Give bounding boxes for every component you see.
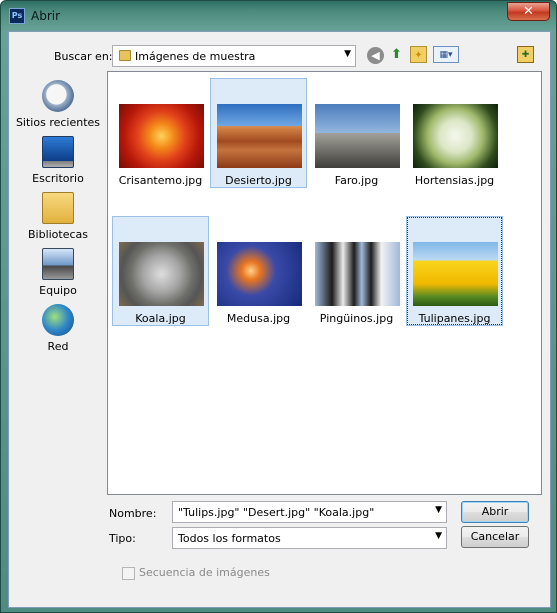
window-title: Abrir — [31, 9, 61, 23]
file-thumbnail — [413, 242, 498, 306]
file-thumbnail — [119, 242, 204, 306]
computer-icon — [42, 248, 74, 280]
file-tile[interactable]: Medusa.jpg — [210, 216, 307, 326]
file-name: Desierto.jpg — [225, 174, 292, 187]
place-label: Bibliotecas — [27, 228, 89, 241]
place-label: Equipo — [39, 284, 77, 297]
chevron-down-icon[interactable]: ▼ — [435, 531, 442, 541]
place-recent[interactable]: Sitios recientes — [9, 80, 107, 129]
file-name: Pingüinos.jpg — [319, 312, 394, 325]
open-dialog-window: Ps Abrir ✕ Buscar en: Imágenes de muestr… — [0, 0, 557, 613]
file-tile[interactable]: Crisantemo.jpg — [112, 78, 209, 188]
network-icon — [42, 304, 74, 336]
file-thumbnail — [315, 242, 400, 306]
file-name: Hortensias.jpg — [414, 174, 495, 187]
image-sequence-label: Secuencia de imágenes — [139, 566, 270, 579]
file-tile[interactable]: Tulipanes.jpg — [406, 216, 503, 326]
file-type-value: Todos los formatos — [178, 532, 281, 545]
file-thumbnail — [217, 242, 302, 306]
place-label: Red — [47, 340, 69, 353]
cancel-button[interactable]: Cancelar — [461, 526, 529, 548]
file-name: Faro.jpg — [334, 174, 379, 187]
close-button[interactable]: ✕ — [507, 2, 550, 21]
file-tile[interactable]: Desierto.jpg — [210, 78, 307, 188]
photoshop-app-icon: Ps — [9, 8, 25, 24]
file-name: Medusa.jpg — [226, 312, 291, 325]
place-desktop[interactable]: Escritorio — [9, 136, 107, 185]
title-bar[interactable]: Ps Abrir ✕ — [1, 1, 556, 31]
chevron-down-icon[interactable]: ▼ — [435, 505, 442, 515]
new-folder-icon[interactable]: ✦ — [410, 46, 427, 63]
file-name: Koala.jpg — [135, 312, 186, 325]
places-bar: Sitios recientes Escritorio Bibliotecas … — [9, 72, 107, 382]
chevron-down-icon[interactable]: ▼ — [344, 49, 351, 59]
file-view[interactable]: Crisantemo.jpg Desierto.jpg Faro.jpg Hor… — [107, 71, 542, 495]
file-tile[interactable]: Pingüinos.jpg — [308, 216, 405, 326]
desktop-icon — [42, 136, 74, 168]
place-computer[interactable]: Equipo — [9, 248, 107, 297]
recent-places-icon — [42, 80, 74, 112]
look-in-label: Buscar en: — [54, 50, 113, 63]
file-thumbnail — [315, 104, 400, 168]
file-thumbnail — [217, 104, 302, 168]
open-button[interactable]: Abrir — [461, 501, 529, 523]
file-name-value: "Tulips.jpg" "Desert.jpg" "Koala.jpg" — [178, 506, 375, 519]
file-type-label: Tipo: — [109, 532, 136, 545]
look-in-value: Imágenes de muestra — [135, 50, 256, 63]
dialog-body: Buscar en: Imágenes de muestra ▼ ◀ ⬆ ✦ ▦… — [8, 31, 551, 608]
image-sequence-checkbox[interactable] — [122, 567, 135, 580]
place-network[interactable]: Red — [9, 304, 107, 353]
back-icon[interactable]: ◀ — [367, 47, 384, 64]
file-tile[interactable]: Koala.jpg — [112, 216, 209, 326]
pin-icon[interactable]: ✚ — [517, 46, 534, 63]
file-name: Tulipanes.jpg — [418, 312, 491, 325]
place-label: Escritorio — [32, 172, 84, 185]
look-in-dropdown[interactable]: Imágenes de muestra ▼ — [112, 45, 356, 67]
file-thumbnail — [119, 104, 204, 168]
file-type-select[interactable]: Todos los formatos ▼ — [172, 527, 447, 549]
place-libraries[interactable]: Bibliotecas — [9, 192, 107, 241]
libraries-icon — [42, 192, 74, 224]
folder-icon — [119, 50, 131, 61]
file-tile[interactable]: Hortensias.jpg — [406, 78, 503, 188]
file-name-input[interactable]: "Tulips.jpg" "Desert.jpg" "Koala.jpg" ▼ — [172, 501, 447, 523]
file-name: Crisantemo.jpg — [118, 174, 203, 187]
up-folder-icon[interactable]: ⬆ — [388, 46, 405, 63]
file-name-label: Nombre: — [109, 507, 157, 520]
file-thumbnail — [413, 104, 498, 168]
place-label: Sitios recientes — [15, 116, 101, 129]
view-menu-icon[interactable]: ▦▾ — [433, 46, 459, 63]
file-tile[interactable]: Faro.jpg — [308, 78, 405, 188]
